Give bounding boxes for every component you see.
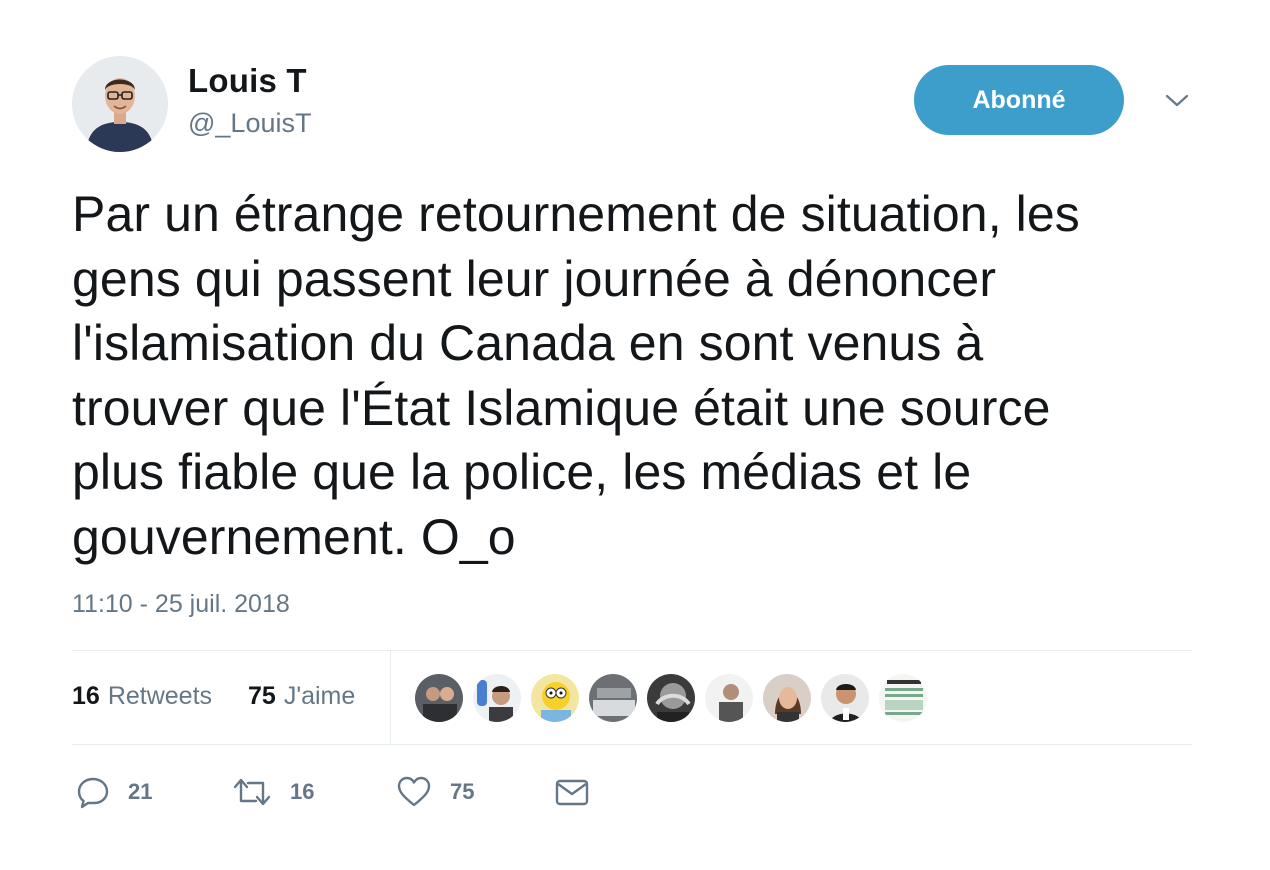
stats-divider-top <box>72 650 1192 651</box>
liker-avatar-8[interactable] <box>820 673 870 723</box>
liker-avatar-9[interactable] <box>878 673 928 723</box>
liker-avatar-1[interactable] <box>414 673 464 723</box>
stats-divider-bottom <box>72 744 1192 745</box>
tweet-timestamp[interactable]: 11:10 - 25 juil. 2018 <box>72 590 290 619</box>
heart-icon <box>397 776 431 807</box>
like-button[interactable]: 75 <box>396 770 474 814</box>
reply-icon <box>77 777 109 809</box>
like-count: 75 <box>450 779 475 804</box>
likes-count: 75 <box>248 682 276 710</box>
chevron-down-icon <box>1165 94 1189 107</box>
liker-avatar-5[interactable] <box>646 673 696 723</box>
liker-avatar-2[interactable] <box>472 673 522 723</box>
retweet-count: 16 <box>290 779 315 804</box>
tweet-text: Par un étrange retournement de situation… <box>72 186 1080 565</box>
retweets-stat[interactable]: 16 Retweets <box>72 682 212 711</box>
author-avatar[interactable] <box>72 56 168 152</box>
stats-separator <box>390 651 391 744</box>
retweet-icon <box>233 778 271 806</box>
liker-avatar-6[interactable] <box>704 673 754 723</box>
author-display-name[interactable]: Louis T <box>188 62 307 100</box>
likes-stat[interactable]: 75 J'aime <box>248 682 355 711</box>
mail-icon <box>555 779 589 806</box>
reply-button[interactable]: 21 <box>76 770 152 814</box>
liker-avatar-3[interactable] <box>530 673 580 723</box>
retweet-button[interactable]: 16 <box>232 770 314 814</box>
likes-label: J'aime <box>283 682 356 710</box>
liker-avatar-7[interactable] <box>762 673 812 723</box>
liker-avatar-4[interactable] <box>588 673 638 723</box>
tweet-card: Louis T @_LouisT Abonné Par un étrange r… <box>0 0 1270 870</box>
direct-message-button[interactable] <box>554 770 590 814</box>
retweets-count: 16 <box>72 682 100 710</box>
author-handle[interactable]: @_LouisT <box>188 108 311 139</box>
retweets-label: Retweets <box>107 682 213 710</box>
tweet-menu-button[interactable] <box>1160 88 1194 114</box>
following-button[interactable]: Abonné <box>914 65 1124 135</box>
reply-count: 21 <box>128 779 153 804</box>
